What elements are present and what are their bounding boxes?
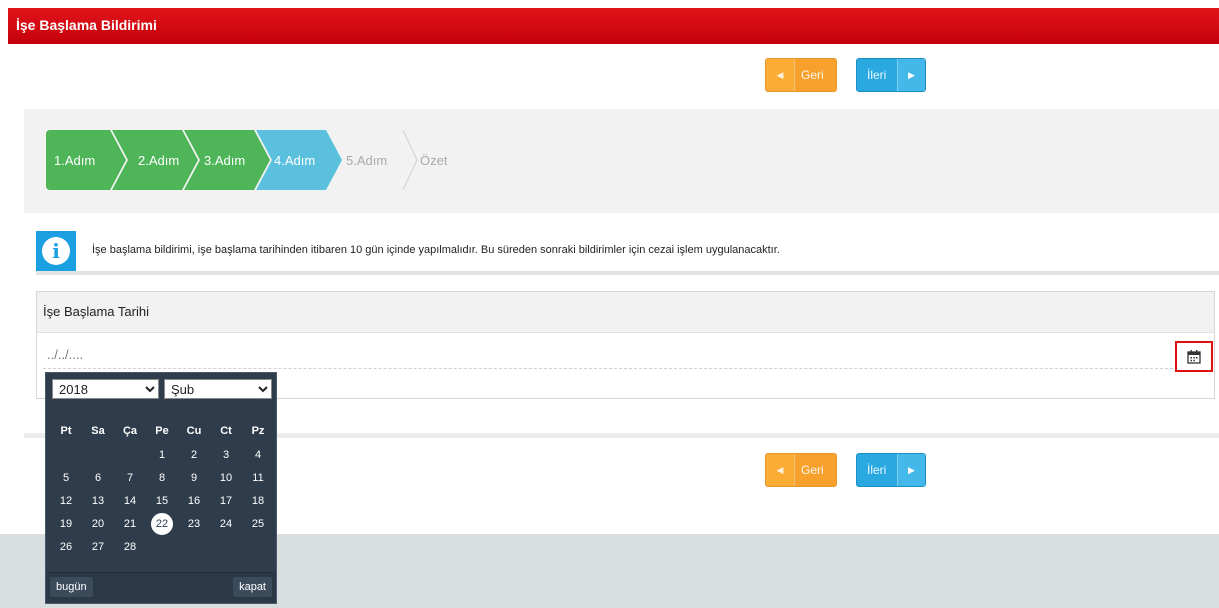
calendar-day[interactable]: 21 [114, 512, 146, 535]
page-title: İşe Başlama Bildirimi [8, 8, 1219, 44]
calendar-day[interactable]: 23 [178, 512, 210, 535]
calendar-day-today[interactable]: 22 [146, 512, 178, 535]
caret-right-icon: ▶ [897, 454, 925, 486]
calendar-day[interactable]: 7 [114, 466, 146, 489]
year-select[interactable]: 2018 [52, 379, 159, 399]
date-picker-popup: 2018 Şub Pt Sa Ça Pe Cu Ct Pz 1 2 3 4 5 … [45, 372, 277, 604]
calendar-day[interactable]: 1 [146, 443, 178, 466]
calendar-day[interactable]: 25 [242, 512, 274, 535]
start-date-input[interactable] [45, 346, 1169, 363]
calendar-button[interactable] [1175, 341, 1213, 372]
step-label: 4.Adım [274, 152, 316, 168]
back-button-top[interactable]: ◀ Geri [765, 58, 837, 92]
month-select[interactable]: Şub [164, 379, 272, 399]
info-text: İşe başlama bildirimi, işe başlama tarih… [92, 244, 780, 256]
calendar-day[interactable]: 27 [82, 535, 114, 558]
calendar-footer: bugün kapat [46, 572, 276, 603]
calendar-day[interactable]: 17 [210, 489, 242, 512]
input-underline [43, 368, 1208, 369]
next-button-label: İleri [867, 463, 887, 477]
back-button-label: Geri [794, 59, 836, 91]
step-5[interactable]: 5.Adım [346, 130, 406, 190]
calendar-day[interactable]: 24 [210, 512, 242, 535]
calendar-day[interactable]: 2 [178, 443, 210, 466]
weekday-header: Ça [122, 425, 138, 437]
calendar-grid: Pt Sa Ça Pe Cu Ct Pz 1 2 3 4 5 6 7 8 9 1… [50, 419, 274, 558]
calendar-day-empty [82, 443, 114, 466]
step-label: 3.Adım [204, 152, 246, 168]
calendar-week-row: 26 27 28 [50, 535, 274, 558]
step-label: 5.Adım [346, 152, 388, 168]
next-button-label: İleri [867, 68, 887, 82]
caret-left-icon: ◀ [776, 464, 784, 475]
calendar-day-empty [242, 535, 274, 558]
calendar-day[interactable]: 3 [210, 443, 242, 466]
back-button-bottom[interactable]: ◀ Geri [765, 453, 837, 487]
info-alert: i İşe başlama bildirimi, işe başlama tar… [36, 231, 1219, 275]
calendar-day[interactable]: 15 [146, 489, 178, 512]
calendar-day[interactable]: 9 [178, 466, 210, 489]
info-icon: i [42, 237, 70, 265]
weekday-header: Cu [186, 425, 202, 437]
calendar-day[interactable]: 13 [82, 489, 114, 512]
calendar-day[interactable]: 16 [178, 489, 210, 512]
next-button-bottom[interactable]: İleri ▶ [856, 453, 926, 487]
close-calendar-button[interactable]: kapat [233, 577, 272, 597]
weekday-header: Pz [251, 425, 265, 437]
calendar-day[interactable]: 6 [82, 466, 114, 489]
weekday-header: Pe [155, 425, 169, 437]
back-button-label: Geri [794, 454, 836, 486]
calendar-day[interactable]: 11 [242, 466, 274, 489]
step-1[interactable]: 1.Adım [46, 130, 126, 190]
info-icon-container: i [36, 231, 76, 271]
caret-right-icon: ▶ [897, 59, 925, 91]
calendar-day[interactable]: 8 [146, 466, 178, 489]
weekday-header: Pt [60, 425, 72, 437]
calendar-day-empty [210, 535, 242, 558]
calendar-day[interactable]: 12 [50, 489, 82, 512]
calendar-day[interactable]: 10 [210, 466, 242, 489]
calendar-week-row: 1 2 3 4 [50, 443, 274, 466]
weekday-header: Sa [91, 425, 105, 437]
calendar-day[interactable]: 18 [242, 489, 274, 512]
calendar-day[interactable]: 4 [242, 443, 274, 466]
calendar-day[interactable]: 26 [50, 535, 82, 558]
calendar-day-empty [178, 535, 210, 558]
weekday-header-row: Pt Sa Ça Pe Cu Ct Pz [50, 419, 274, 443]
step-separator [402, 130, 418, 190]
today-button[interactable]: bugün [50, 577, 93, 597]
calendar-day-empty [146, 535, 178, 558]
calendar-day-empty [114, 443, 146, 466]
calendar-week-row: 19 20 21 22 23 24 25 [50, 512, 274, 535]
caret-left-icon: ◀ [776, 69, 784, 80]
calendar-day[interactable]: 19 [50, 512, 82, 535]
calendar-day-empty [50, 443, 82, 466]
step-label: 2.Adım [138, 152, 180, 168]
step-label: Özet [420, 152, 448, 168]
next-button-top[interactable]: İleri ▶ [856, 58, 926, 92]
calendar-icon [1187, 349, 1201, 364]
calendar-week-row: 5 6 7 8 9 10 11 [50, 466, 274, 489]
calendar-day[interactable]: 14 [114, 489, 146, 512]
step-summary[interactable]: Özet [420, 130, 470, 190]
weekday-header: Ct [220, 425, 232, 437]
today-marker: 22 [151, 512, 173, 535]
step-label: 1.Adım [54, 152, 96, 168]
calendar-day[interactable]: 5 [50, 466, 82, 489]
start-date-label: İşe Başlama Tarihi [37, 292, 1214, 333]
calendar-week-row: 12 13 14 15 16 17 18 [50, 489, 274, 512]
calendar-day[interactable]: 20 [82, 512, 114, 535]
calendar-day[interactable]: 28 [114, 535, 146, 558]
